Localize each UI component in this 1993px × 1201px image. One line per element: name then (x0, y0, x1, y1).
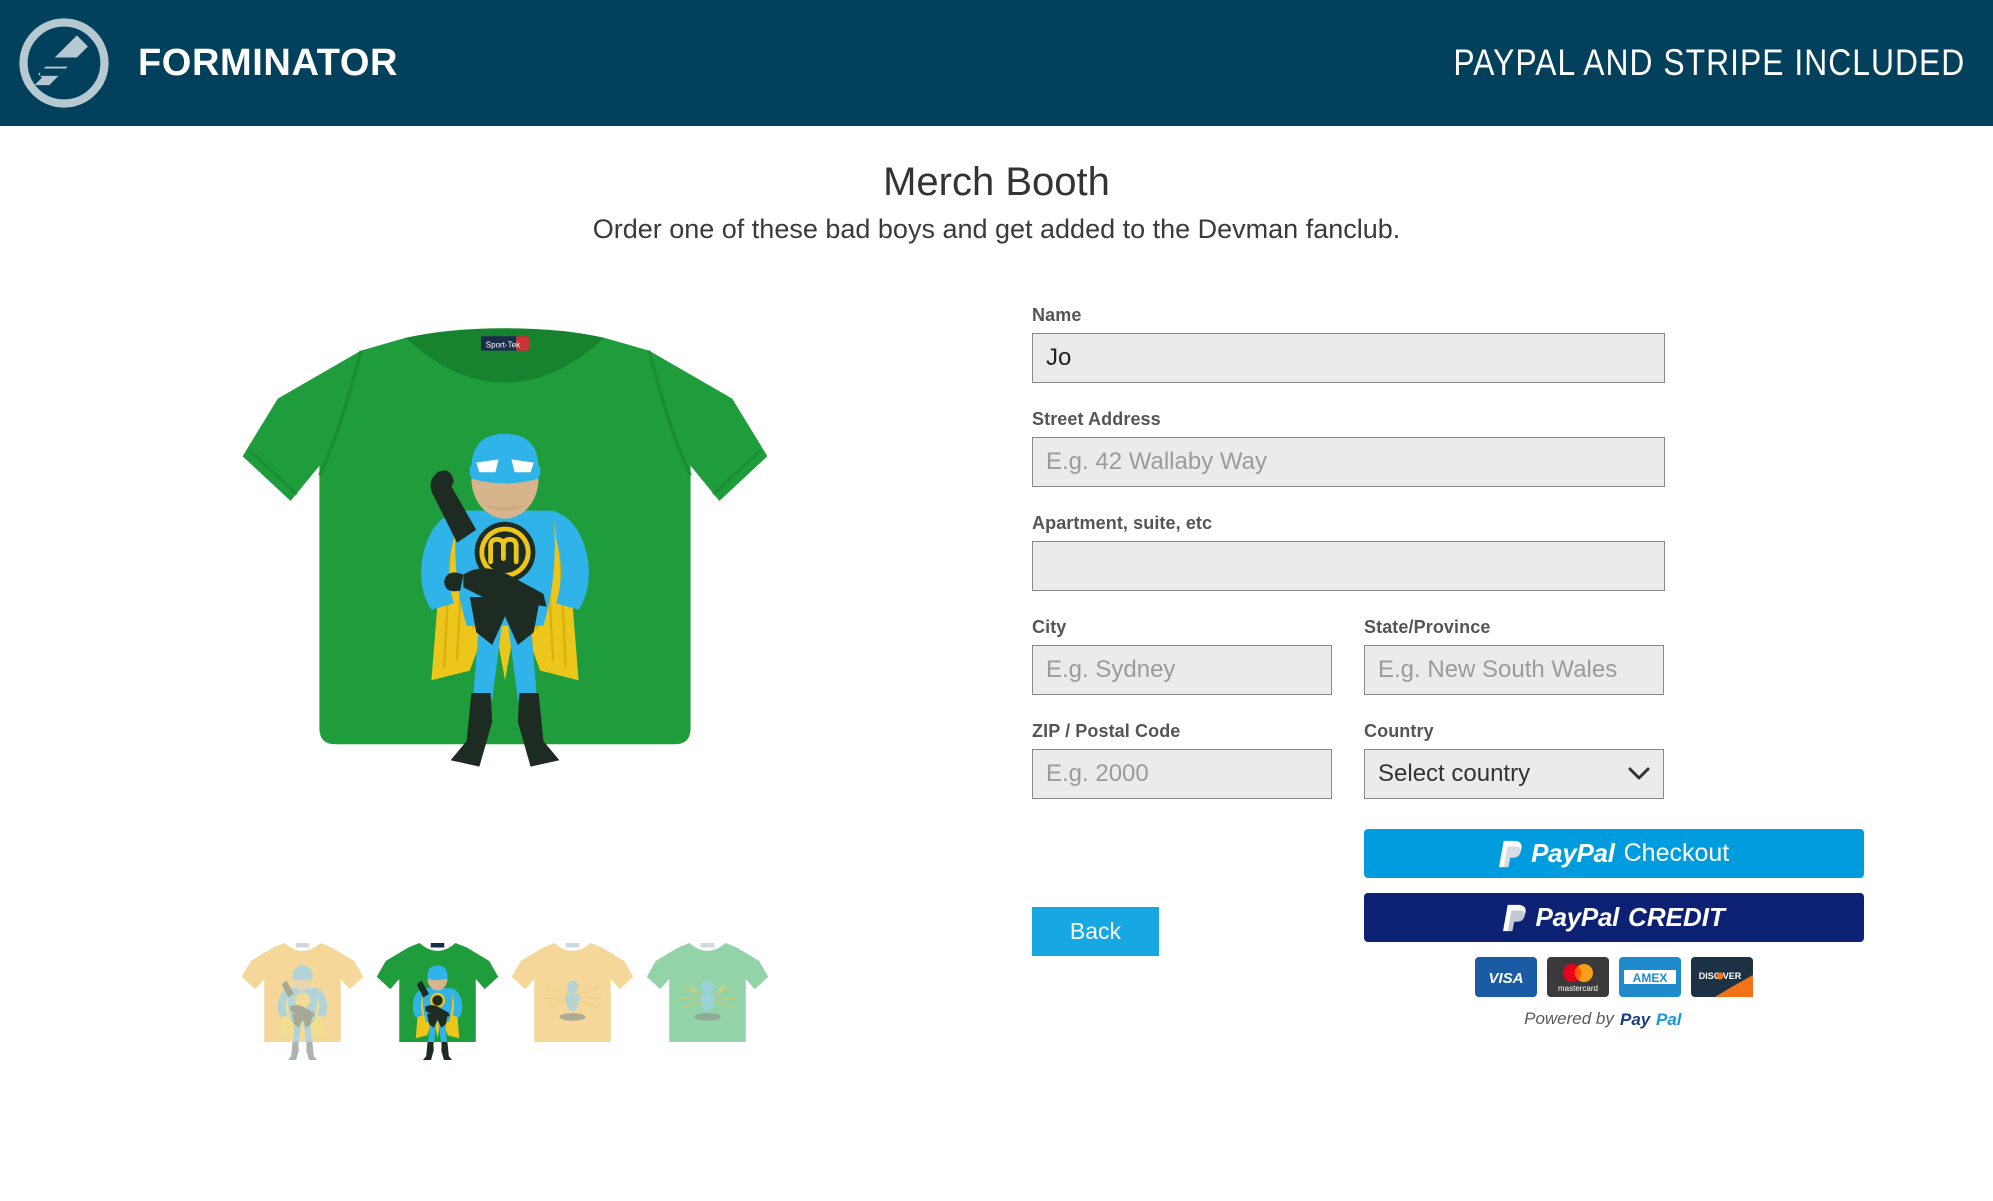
thumbnail-shirt-3[interactable] (505, 925, 640, 1060)
name-label: Name (1032, 305, 1082, 326)
field-row-zip-country: ZIP / Postal Code Country Select country (1032, 721, 1993, 800)
zip-input[interactable] (1032, 749, 1332, 800)
paypal-credit-brand: PayPal (1535, 902, 1620, 933)
apartment-input[interactable] (1032, 541, 1665, 592)
page-title: Merch Booth (883, 160, 1110, 204)
country-selected-value: Select country (1378, 760, 1531, 788)
field-row-city-state: City State/Province (1032, 617, 1993, 696)
accepted-cards-row: VISA mastercard AMEX DISC VER (1364, 957, 1864, 998)
page-head: Merch Booth Order one of these bad boys … (0, 126, 1993, 247)
page-subtitle: Order one of these bad boys and get adde… (592, 214, 1401, 244)
powered-by-row: Powered by Pay Pal (1364, 1008, 1864, 1030)
state-label: State/Province (1364, 617, 1491, 638)
thumbnail-shirt-2[interactable] (370, 925, 505, 1061)
main-content: Sport-Tek Name Jo Street Address E.g. 42… (0, 247, 1993, 1061)
svg-text:mastercard: mastercard (1558, 984, 1598, 993)
field-group-state: State/Province (1364, 617, 1664, 696)
header-tagline: PAYPAL AND STRIPE INCLUDED (1453, 42, 1965, 83)
name-input[interactable] (1032, 333, 1665, 384)
visa-card-icon: VISA (1475, 957, 1537, 998)
brand-name: FORMINATOR (138, 41, 399, 84)
paypal-credit-suffix: CREDIT (1628, 902, 1725, 933)
country-select-wrap: Select country (1364, 749, 1664, 800)
country-select[interactable]: Select country (1364, 749, 1664, 800)
paypal-checkout-suffix: Checkout (1623, 839, 1730, 868)
thumbnail-shirt-4[interactable] (640, 925, 775, 1060)
country-label: Country (1364, 721, 1434, 742)
street-input[interactable] (1032, 437, 1665, 488)
payment-area: Back PayPal Checkout PayPal CREDIT VISA … (1032, 829, 1993, 1030)
state-input[interactable] (1364, 645, 1664, 696)
product-hero-image: Sport-Tek (242, 328, 768, 767)
svg-text:Pay: Pay (1620, 1010, 1652, 1029)
site-header: FORMINATOR PAYPAL AND STRIPE INCLUDED (0, 0, 1993, 126)
field-group-apartment: Apartment, suite, etc (1032, 513, 1993, 592)
svg-text:Pal: Pal (1656, 1010, 1683, 1029)
paypal-wordmark-icon: Pay Pal (1620, 1010, 1683, 1029)
svg-text:VISA: VISA (1488, 970, 1523, 987)
field-group-zip: ZIP / Postal Code (1032, 721, 1332, 800)
discover-card-icon: DISC VER (1691, 957, 1753, 998)
paypal-checkout-brand: PayPal (1531, 838, 1615, 869)
back-button-column: Back (1032, 829, 1364, 1030)
order-form: Name Street Address Apartment, suite, et… (1010, 277, 1993, 1060)
paypal-checkout-button[interactable]: PayPal Checkout (1364, 829, 1864, 879)
mastercard-card-icon: mastercard (1547, 957, 1609, 998)
city-input[interactable] (1032, 645, 1332, 696)
paypal-credit-mark-icon (1503, 904, 1526, 931)
amex-card-icon: AMEX (1619, 957, 1681, 998)
zip-label: ZIP / Postal Code (1032, 721, 1181, 742)
field-group-name: Name (1032, 305, 1993, 384)
brand-block[interactable]: FORMINATOR (18, 17, 398, 109)
city-label: City (1032, 617, 1067, 638)
forminator-logo-icon (19, 18, 109, 108)
paypal-credit-button[interactable]: PayPal CREDIT (1364, 893, 1864, 943)
field-group-country: Country Select country (1364, 721, 1664, 800)
powered-by-label: Powered by (1524, 1009, 1614, 1029)
svg-text:AMEX: AMEX (1633, 971, 1668, 985)
payment-buttons-column: PayPal Checkout PayPal CREDIT VISA maste… (1364, 829, 1864, 1030)
field-group-street: Street Address (1032, 409, 1993, 488)
thumbnail-row (235, 925, 775, 1061)
thumbnail-shirt-1[interactable] (235, 925, 370, 1061)
field-group-city: City (1032, 617, 1332, 696)
back-button[interactable]: Back (1032, 907, 1159, 957)
apartment-label: Apartment, suite, etc (1032, 513, 1213, 534)
product-gallery: Sport-Tek (0, 277, 1010, 1061)
svg-text:Sport-Tek: Sport-Tek (486, 340, 521, 349)
paypal-mark-icon (1498, 840, 1522, 867)
street-label: Street Address (1032, 409, 1161, 430)
